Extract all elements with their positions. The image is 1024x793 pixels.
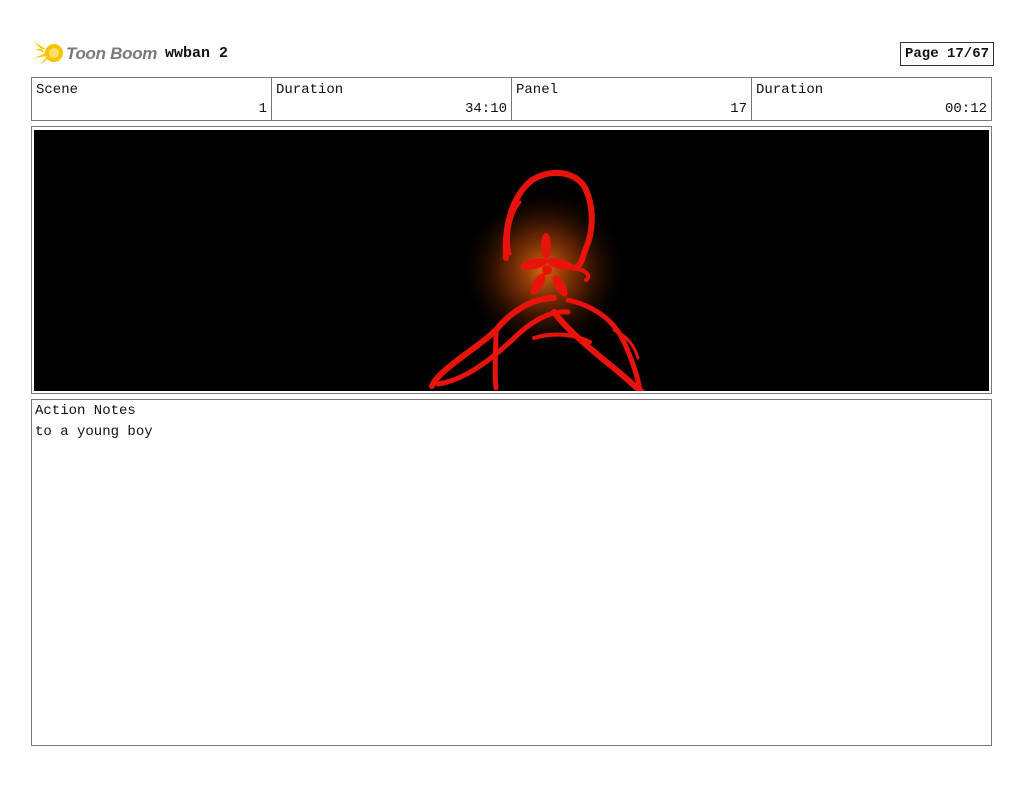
panel-label: Panel	[516, 82, 559, 98]
page-header: Toon Boom wwban 2 Page 17/67	[32, 36, 994, 70]
panel-duration-value: 00:12	[944, 101, 987, 117]
scene-label: Scene	[36, 82, 79, 98]
scene-duration-value: 34:10	[464, 101, 507, 117]
scene-duration-label: Duration	[276, 82, 344, 98]
toon-boom-burst-icon	[34, 42, 63, 65]
panel-cell: Panel 17	[512, 78, 752, 120]
action-notes-box: Action Notes to a young boy	[31, 399, 992, 746]
toon-boom-logo: Toon Boom	[32, 38, 172, 68]
action-notes-text: to a young boy	[35, 424, 153, 440]
action-notes-label: Action Notes	[35, 403, 136, 419]
storyboard-panel-frame	[31, 126, 992, 394]
scene-info-table: Scene 1 Duration 34:10 Panel 17 Duration…	[31, 77, 992, 121]
panel-value: 17	[730, 101, 747, 117]
project-title: wwban 2	[165, 45, 229, 62]
red-sketch-figure-icon	[34, 130, 989, 391]
storyboard-panel-image	[34, 130, 989, 391]
panel-duration-label: Duration	[756, 82, 824, 98]
scene-cell: Scene 1	[32, 78, 272, 120]
scene-value: 1	[258, 101, 267, 117]
page-number-box: Page 17/67	[899, 42, 994, 66]
scene-duration-cell: Duration 34:10	[272, 78, 512, 120]
panel-duration-cell: Duration 00:12	[752, 78, 991, 120]
logo-text: Toon Boom	[66, 44, 158, 63]
